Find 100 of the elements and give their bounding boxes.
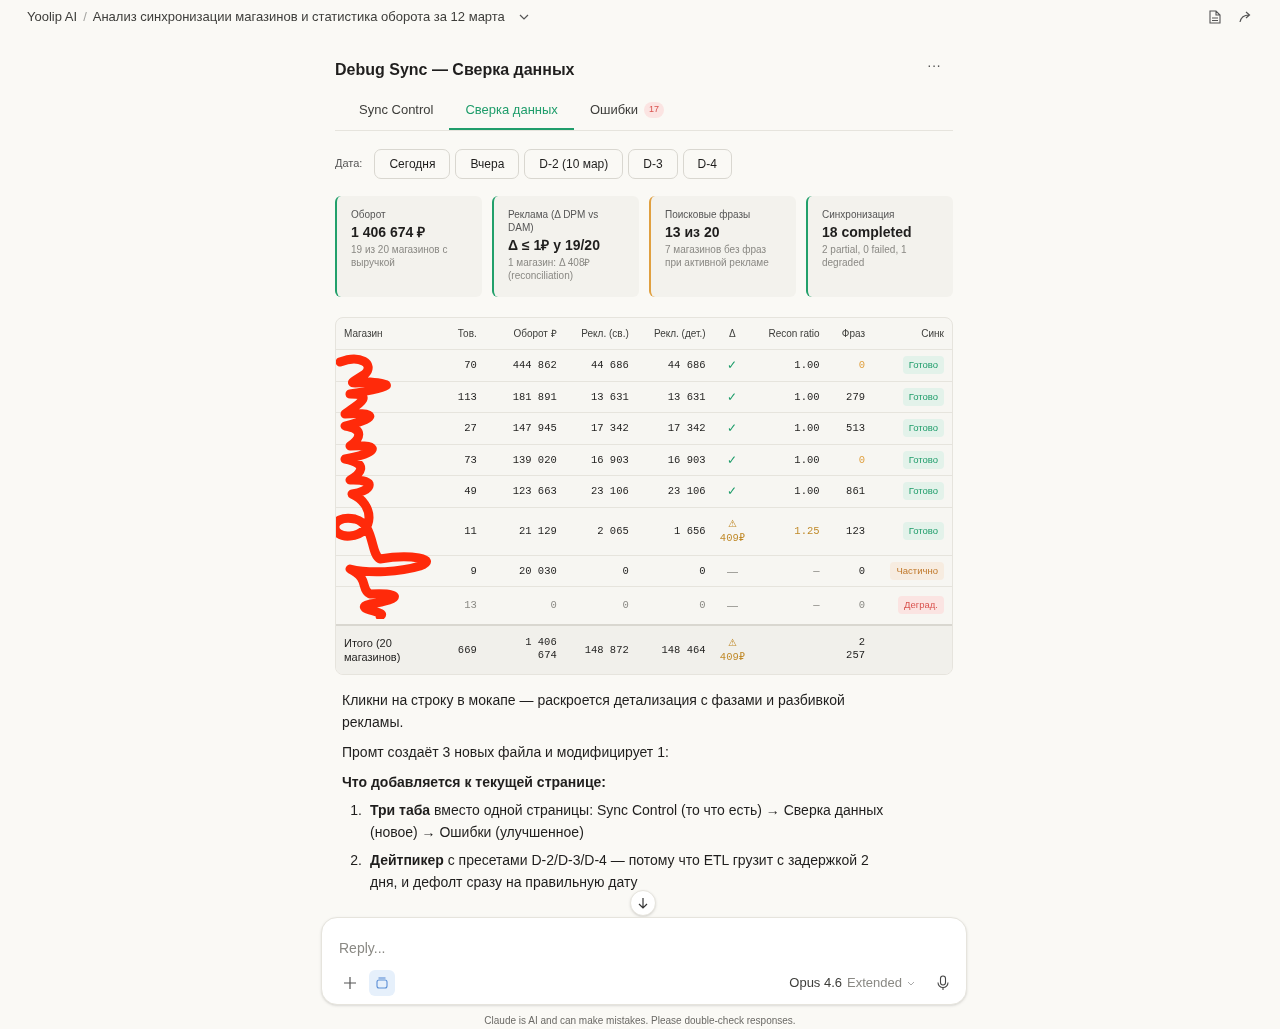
brand-link[interactable]: Yoolip AI: [27, 7, 78, 27]
share-icon[interactable]: [1239, 11, 1253, 23]
status-label: Готово: [902, 387, 944, 406]
table-cell: 181 891: [512, 390, 557, 403]
list-item-text: Дейтпикер с пресетами D-2/D-3/D-4 — потому что ETL грузит с задержкой 2 дня, и дефолт сразу на правильную дату: [370, 850, 870, 892]
scroll-down-button[interactable]: [630, 890, 656, 916]
table-cell: 147 945: [512, 422, 557, 435]
table-cell: —: [726, 564, 738, 577]
check-icon: ✓: [727, 389, 738, 404]
reply-input[interactable]: Reply...: [339, 938, 949, 959]
table-cell: 669: [457, 644, 477, 658]
card-title: Реклама (Δ DPM vs DAM): [508, 207, 600, 234]
table-cell: 23 106: [590, 485, 629, 498]
card-note: 2 partial, 0 failed, 1 degraded: [822, 242, 908, 269]
table-cell: 409₽: [719, 531, 746, 545]
breadcrumb-separator: /: [83, 8, 87, 27]
table-cell: 44 686: [590, 359, 629, 372]
table-cell: 148 872: [584, 644, 629, 658]
table-cell: 49: [464, 485, 477, 498]
table-cell: 2 065: [597, 525, 629, 538]
list-number: 2.: [349, 850, 363, 870]
date-preset-button[interactable]: Вчера: [455, 148, 520, 179]
column-header[interactable]: Оборот ₽: [513, 327, 557, 339]
microphone-icon[interactable]: [937, 975, 949, 991]
column-header[interactable]: Recon ratio: [768, 327, 820, 339]
check-icon: ✓: [727, 452, 738, 467]
table-cell: 1.00: [794, 422, 820, 435]
table-cell-text: 1 406 674: [524, 636, 557, 663]
message-paragraph: Промт создаёт 3 новых файла и модифицирует 1:: [342, 742, 670, 762]
warning-icon: ⚠: [727, 635, 737, 650]
card-value: 1 406 674 ₽: [351, 222, 427, 241]
date-preset-button[interactable]: D-4: [682, 148, 732, 179]
check-icon: ✓: [727, 358, 738, 373]
table-cell: 123 663: [512, 485, 557, 498]
table-cell: 279: [846, 390, 865, 403]
tab[interactable]: Ошибки 17: [573, 100, 681, 130]
status-label: Деград.: [898, 596, 944, 615]
table-cell: 0: [550, 599, 557, 612]
card-title: Оборот: [351, 207, 387, 221]
table-cell: 44 686: [667, 359, 706, 372]
table-cell-text: 2 257: [845, 636, 865, 663]
table-cell: 27: [464, 422, 477, 435]
document-icon[interactable]: [1209, 10, 1221, 24]
chat-title-dropdown[interactable]: Анализ синхронизации магазинов и статистика оборота за 12 марта: [92, 7, 529, 27]
column-header[interactable]: Рекл. (св.): [581, 327, 629, 339]
table-cell: 0: [858, 599, 865, 612]
table-cell: 513: [846, 422, 865, 435]
table-cell: 1 656: [674, 525, 706, 538]
table-cell: 70: [464, 359, 477, 372]
table-cell: 21 129: [518, 525, 557, 538]
chevron-down-icon: [907, 980, 915, 986]
table-cell: 1.00: [794, 390, 820, 403]
table-cell: —: [813, 599, 820, 612]
box-icon: [376, 977, 388, 989]
date-preset-button[interactable]: D-2 (10 мар): [524, 148, 624, 179]
date-preset-button[interactable]: D-3: [628, 148, 678, 179]
column-header[interactable]: Синк: [921, 327, 944, 339]
status-label: Частично: [890, 561, 944, 580]
table-cell: 0: [858, 359, 865, 372]
column-header[interactable]: Магазин: [344, 327, 383, 339]
date-preset-button[interactable]: Сегодня: [374, 148, 451, 179]
table-cell: —: [726, 599, 738, 611]
status-label: Готово: [902, 450, 944, 469]
tab[interactable]: Sync Control: [343, 100, 450, 130]
table-cell: 113: [457, 390, 477, 403]
table-cell: 11: [464, 525, 477, 538]
table-cell: 0: [858, 564, 865, 577]
status-label: Готово: [902, 356, 944, 375]
message-paragraph: Кликни на строку в мокапе — раскроется детализация с фазами и разбивкой рекламы.: [342, 690, 846, 732]
table-cell: 13: [464, 599, 477, 612]
table-cell: 20 030: [518, 564, 557, 577]
table-cell: 9: [470, 564, 477, 577]
model-selector[interactable]: Opus 4.6 Extended: [789, 973, 915, 993]
artifact-title: Debug Sync — Сверка данных: [335, 60, 575, 80]
card-value: 18 completed: [822, 222, 913, 241]
table-cell: 409₽: [719, 649, 746, 664]
card-value: Δ ≤ 1₽ у 19/20: [508, 235, 601, 254]
table-cell: —: [813, 564, 820, 577]
list-item-text: Три таба вместо одной страницы: Sync Control (то что есть) → Сверка данных (новое) → Ошибки (улучшенное): [370, 800, 885, 842]
table-cell: 73: [464, 453, 477, 466]
column-header[interactable]: Тов.: [457, 327, 477, 339]
message-heading: Что добавляется к текущей странице:: [342, 772, 607, 792]
chevron-down-icon: [518, 14, 529, 20]
more-menu-button[interactable]: ···: [927, 54, 953, 76]
table-cell: 0: [699, 599, 706, 612]
disclaimer-text: Claude is AI and can make mistakes. Please double-check responses.: [483, 1014, 797, 1028]
table-cell: 0: [858, 453, 865, 466]
card-value: 13 из 20: [665, 222, 721, 241]
plus-icon: [344, 977, 356, 989]
column-header[interactable]: Рекл. (дет.): [653, 327, 706, 339]
table-cell: 17 342: [667, 422, 706, 435]
table-cell: 1.25: [794, 525, 820, 538]
count-badge: 17: [644, 102, 665, 118]
column-header[interactable]: Фраз: [841, 327, 865, 339]
total-label: Итого (20 магазинов): [344, 635, 402, 664]
table-cell: 16 903: [590, 453, 629, 466]
column-header[interactable]: Δ: [729, 327, 736, 339]
table-cell: 23 106: [667, 485, 706, 498]
table-cell: 123: [846, 525, 865, 538]
model-name: Opus 4.6: [789, 974, 843, 993]
